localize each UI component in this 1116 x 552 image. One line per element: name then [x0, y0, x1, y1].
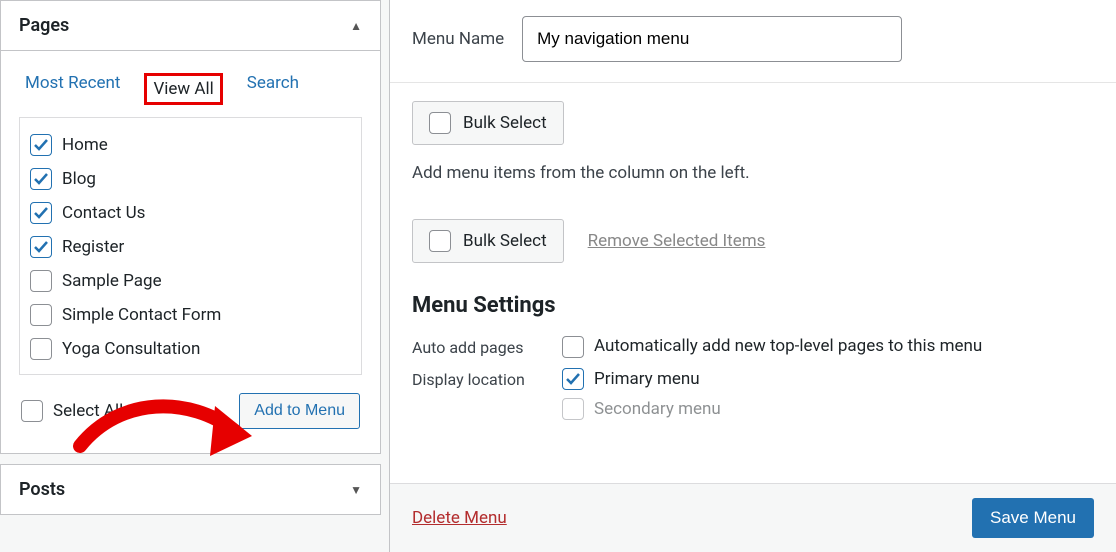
bulk-select-bottom[interactable]: Bulk Select: [412, 219, 564, 263]
checkbox-primary-menu[interactable]: [562, 368, 584, 390]
bulk-select-label: Bulk Select: [463, 231, 547, 251]
page-label: Yoga Consultation: [62, 339, 200, 359]
panel-posts-header[interactable]: Posts ▼: [1, 465, 380, 514]
checkbox-register[interactable]: [30, 236, 52, 258]
list-item[interactable]: Home: [28, 128, 353, 162]
page-label: Register: [62, 237, 124, 257]
panel-pages-title: Pages: [19, 15, 69, 36]
menu-name-label: Menu Name: [412, 29, 504, 49]
add-to-menu-button[interactable]: Add to Menu: [239, 393, 360, 429]
list-item[interactable]: Yoga Consultation: [28, 332, 353, 366]
save-menu-button[interactable]: Save Menu: [972, 498, 1094, 538]
page-label: Blog: [62, 169, 96, 189]
checkbox-bulk-select-top[interactable]: [429, 112, 451, 134]
tab-view-all[interactable]: View All: [144, 73, 222, 105]
menu-settings-heading: Menu Settings: [412, 293, 1094, 318]
chevron-up-icon: ▲: [350, 19, 362, 33]
list-item[interactable]: Simple Contact Form: [28, 298, 353, 332]
select-all-label: Select All: [53, 401, 123, 421]
auto-add-option: Automatically add new top-level pages to…: [594, 336, 982, 356]
display-option-primary: Primary menu: [594, 369, 700, 389]
checkbox-yoga-consultation[interactable]: [30, 338, 52, 360]
bulk-select-top[interactable]: Bulk Select: [412, 101, 564, 145]
checkbox-bulk-select-bottom[interactable]: [429, 230, 451, 252]
checkbox-auto-add[interactable]: [562, 336, 584, 358]
bulk-select-label: Bulk Select: [463, 113, 547, 133]
checkbox-sample-page[interactable]: [30, 270, 52, 292]
tab-most-recent[interactable]: Most Recent: [25, 73, 120, 105]
display-option-secondary: Secondary menu: [594, 399, 721, 419]
page-label: Home: [62, 135, 108, 155]
checkbox-secondary-menu[interactable]: [562, 398, 584, 420]
display-location-label: Display location: [412, 368, 552, 389]
checkbox-contact-us[interactable]: [30, 202, 52, 224]
checkbox-blog[interactable]: [30, 168, 52, 190]
panel-pages-header[interactable]: Pages ▲: [1, 1, 380, 51]
delete-menu-link[interactable]: Delete Menu: [412, 508, 507, 528]
empty-menu-hint: Add menu items from the column on the le…: [412, 163, 1094, 183]
menu-name-input[interactable]: [522, 16, 902, 62]
remove-selected-link[interactable]: Remove Selected Items: [588, 231, 766, 251]
tab-search[interactable]: Search: [247, 73, 299, 105]
list-item[interactable]: Register: [28, 230, 353, 264]
list-item[interactable]: Contact Us: [28, 196, 353, 230]
page-label: Contact Us: [62, 203, 145, 223]
page-label: Sample Page: [62, 271, 162, 291]
list-item[interactable]: Blog: [28, 162, 353, 196]
auto-add-label: Auto add pages: [412, 336, 552, 357]
panel-posts-title: Posts: [19, 479, 65, 500]
chevron-down-icon: ▼: [350, 483, 362, 497]
pages-items-list: Home Blog Contact Us Register: [19, 117, 362, 375]
list-item[interactable]: Sample Page: [28, 264, 353, 298]
page-label: Simple Contact Form: [62, 305, 221, 325]
checkbox-simple-contact-form[interactable]: [30, 304, 52, 326]
checkbox-select-all[interactable]: [21, 400, 43, 422]
checkbox-home[interactable]: [30, 134, 52, 156]
